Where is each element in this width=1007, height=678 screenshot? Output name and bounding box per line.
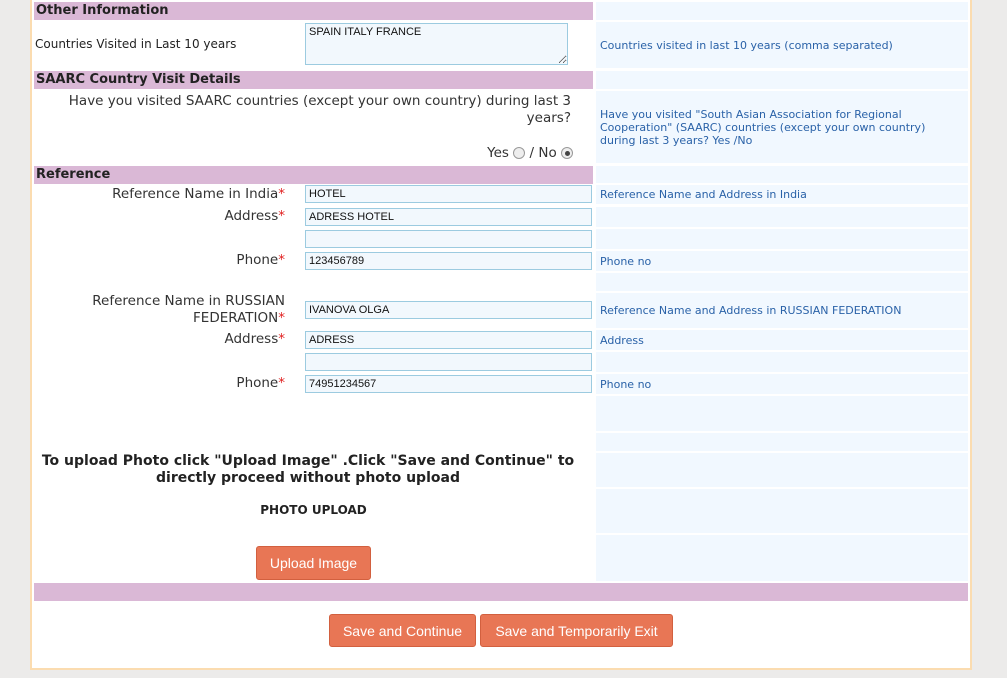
help-cell <box>596 535 968 581</box>
phone-india-help: Phone no <box>596 251 968 271</box>
yes-radio[interactable] <box>513 147 526 159</box>
help-cell <box>596 166 968 183</box>
help-cell <box>596 489 968 533</box>
help-text: Phone no <box>600 377 652 391</box>
section-saarc: SAARC Country Visit Details <box>34 71 593 89</box>
ref-home-help: Reference Name and Address in RUSSIAN FE… <box>596 293 968 328</box>
ref-home-address-input[interactable]: ADRESS <box>305 331 592 349</box>
saarc-question: Have you visited SAARC countries (except… <box>68 93 571 126</box>
save-and-continue-button[interactable]: Save and Continue <box>329 614 476 647</box>
countries-help: Countries visited in last 10 years (comm… <box>596 22 968 68</box>
help-text: Reference Name and Address in RUSSIAN FE… <box>600 304 902 317</box>
ref-home-name-label: Reference Name in RUSSIAN FEDERATION* <box>92 293 285 326</box>
help-cell <box>596 207 968 227</box>
help-text: Phone no <box>600 254 652 268</box>
footer-bar <box>34 583 968 601</box>
ref-india-address2-input[interactable] <box>305 230 592 248</box>
save-and-exit-button[interactable]: Save and Temporarily Exit <box>480 614 673 647</box>
countries-label: Countries Visited in Last 10 years <box>35 37 237 51</box>
help-text: Have you visited "South Asian Associatio… <box>600 107 926 147</box>
ref-home-name-input[interactable]: IVANOVA OLGA <box>305 301 592 319</box>
upload-instruction: To upload Photo click "Upload Image" .Cl… <box>41 453 575 486</box>
ref-india-phone-label: Phone* <box>236 252 285 268</box>
help-text: Reference Name and Address in India <box>600 188 807 201</box>
yes-label: Yes <box>487 145 509 161</box>
ref-india-name-input[interactable]: HOTEL <box>305 185 592 203</box>
ref-home-phone-label: Phone* <box>236 375 285 391</box>
saarc-radio-group: Yes / No <box>440 145 573 161</box>
help-cell <box>596 352 968 372</box>
no-label: / No <box>529 145 557 161</box>
address-home-help: Address <box>596 330 968 350</box>
phone-home-help: Phone no <box>596 374 968 394</box>
help-cell <box>596 433 968 451</box>
photo-upload-title: PHOTO UPLOAD <box>260 503 367 517</box>
saarc-help: Have you visited "South Asian Associatio… <box>596 91 968 163</box>
ref-india-name-label: Reference Name in India* <box>112 186 285 202</box>
countries-textarea[interactable]: SPAIN ITALY FRANCE <box>305 23 568 65</box>
ref-home-address2-input[interactable] <box>305 353 592 371</box>
ref-home-address-label: Address* <box>224 331 285 347</box>
help-cell <box>596 71 968 89</box>
ref-india-address-input[interactable]: ADRESS HOTEL <box>305 208 592 226</box>
section-other-information: Other Information <box>34 2 593 20</box>
help-cell <box>596 396 968 431</box>
help-cell <box>596 229 968 249</box>
ref-india-help: Reference Name and Address in India <box>596 185 968 204</box>
help-cell <box>596 273 968 291</box>
help-cell <box>596 453 968 487</box>
upload-image-button[interactable]: Upload Image <box>256 546 371 580</box>
no-radio[interactable] <box>561 147 573 159</box>
help-cell <box>596 2 968 20</box>
help-text: Countries visited in last 10 years (comm… <box>600 38 893 52</box>
ref-india-address-label: Address* <box>224 208 285 224</box>
section-reference: Reference <box>34 166 593 184</box>
ref-india-phone-input[interactable]: 123456789 <box>305 252 592 270</box>
ref-home-phone-input[interactable]: 74951234567 <box>305 375 592 393</box>
help-text: Address <box>600 333 644 347</box>
